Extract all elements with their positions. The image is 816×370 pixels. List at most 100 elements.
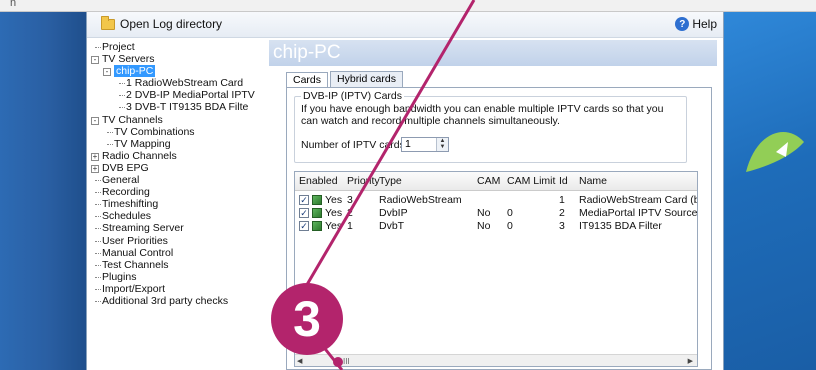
tree-item[interactable]: Project — [87, 41, 262, 53]
tree-item-label: 1 RadioWebStream Card — [126, 77, 244, 90]
tree-item-label: Recording — [102, 186, 150, 199]
horizontal-scrollbar[interactable]: ◀ III ▶ — [295, 354, 697, 366]
tree-item[interactable]: Streaming Server — [87, 222, 262, 234]
spinner-arrows-icon[interactable]: ▲ ▼ — [436, 138, 448, 151]
column-header-enabled[interactable]: Enabled — [299, 175, 338, 187]
tree-item[interactable]: Recording — [87, 186, 262, 198]
tab-cards[interactable]: Cards — [286, 72, 329, 88]
folder-icon — [101, 15, 115, 30]
open-log-directory-button[interactable]: Open Log directory — [101, 15, 223, 31]
tree-item-label: Test Channels — [102, 258, 169, 271]
tree-connector — [95, 252, 101, 254]
tree-item[interactable]: Plugins — [87, 271, 262, 283]
table-row[interactable]: ✓ Yes 2 DvbIP No 0 2 MediaPortal IPTV Source I — [295, 207, 697, 220]
column-header-cam-limit[interactable]: CAM Limit — [507, 175, 555, 187]
collapse-icon[interactable]: - — [91, 116, 99, 125]
column-header-cam[interactable]: CAM — [477, 175, 500, 187]
iptv-count-stepper[interactable]: 1 ▲ ▼ — [401, 137, 449, 152]
expand-icon[interactable]: + — [91, 152, 99, 161]
tree-item-label: Streaming Server — [102, 222, 184, 235]
tree-item[interactable]: Manual Control — [87, 247, 262, 259]
enabled-checkbox[interactable]: ✓ — [299, 208, 309, 218]
tree-item-label: Additional 3rd party checks — [102, 294, 229, 307]
tree-item[interactable]: TV Combinations — [87, 126, 262, 138]
tree-item[interactable]: General — [87, 174, 262, 186]
cell-id: 3 — [559, 220, 565, 232]
collapse-icon[interactable]: - — [103, 68, 111, 77]
group-title: DVB-IP (IPTV) Cards — [301, 90, 404, 102]
desktop-right-background — [724, 12, 816, 370]
tree-connector — [95, 228, 101, 230]
cell-name: RadioWebStream Card (bu — [579, 194, 697, 206]
scroll-right-arrow-icon[interactable]: ▶ — [688, 357, 693, 365]
tree-item[interactable]: - chip-PC — [87, 65, 262, 78]
tree-connector — [107, 143, 113, 145]
cell-enabled: Yes — [325, 220, 343, 232]
scroll-left-arrow-icon[interactable]: ◀ — [297, 357, 302, 365]
table-header: Enabled Priority Type CAM CAM Limit Id N… — [295, 172, 697, 191]
tree-connector — [95, 276, 101, 278]
tree-connector — [107, 131, 113, 133]
tree-item[interactable]: - TV Channels — [87, 114, 262, 126]
top-strip: n — [0, 0, 816, 12]
tree-item[interactable]: Timeshifting — [87, 198, 262, 210]
cell-id: 1 — [559, 194, 565, 206]
cell-id: 2 — [559, 207, 565, 219]
cell-type: RadioWebStream — [379, 194, 462, 206]
top-fragment-text: n — [10, 0, 17, 9]
column-header-id[interactable]: Id — [559, 175, 568, 187]
cell-cam: No — [477, 207, 491, 219]
collapse-icon[interactable]: - — [91, 56, 99, 65]
tree-item[interactable]: 1 RadioWebStream Card — [87, 77, 262, 89]
open-log-directory-label: Open Log directory — [120, 17, 223, 31]
step-number-badge: 3 — [271, 283, 343, 355]
tree-item[interactable]: User Priorities — [87, 235, 262, 247]
enabled-checkbox[interactable]: ✓ — [299, 221, 309, 231]
tree-item[interactable]: 2 DVB-IP MediaPortal IPTV — [87, 89, 262, 101]
column-header-type[interactable]: Type — [379, 175, 402, 187]
desktop-left-background — [0, 12, 86, 370]
tab-hybrid-cards[interactable]: Hybrid cards — [330, 71, 403, 87]
tree-connector — [95, 300, 101, 302]
tree-connector — [119, 95, 125, 97]
tree-item[interactable]: + DVB EPG — [87, 162, 262, 174]
help-button[interactable]: ? Help — [675, 17, 717, 31]
tree-connector — [95, 216, 101, 218]
page-title: chip-PC — [269, 40, 717, 66]
tree-item-label: Plugins — [102, 270, 137, 283]
tree-item[interactable]: Additional 3rd party checks — [87, 295, 262, 307]
table-row[interactable]: ✓ Yes 1 DvbT No 0 3 IT9135 BDA Filter — [295, 220, 697, 233]
cell-cam-limit: 0 — [507, 220, 513, 232]
column-header-priority[interactable]: Priority — [347, 175, 380, 187]
cell-priority: 2 — [347, 207, 353, 219]
tree-item[interactable]: Test Channels — [87, 259, 262, 271]
tree-item[interactable]: + Radio Channels — [87, 150, 262, 162]
cards-tab-panel: DVB-IP (IPTV) Cards If you have enough b… — [286, 87, 712, 370]
tree-item-label: 2 DVB-IP MediaPortal IPTV — [126, 89, 255, 102]
cell-type: DvbIP — [379, 207, 408, 219]
tree-item-label: TV Channels — [102, 113, 163, 126]
cell-priority: 1 — [347, 220, 353, 232]
tree-item[interactable]: TV Mapping — [87, 138, 262, 150]
group-description: If you have enough bandwidth you can ena… — [301, 103, 664, 127]
tree-item-label: Import/Export — [102, 282, 166, 295]
tree-item[interactable]: Import/Export — [87, 283, 262, 295]
tree-item[interactable]: 3 DVB-T IT9135 BDA Filte — [87, 101, 262, 113]
tree-item[interactable]: - TV Servers — [87, 53, 262, 65]
tree-connector — [119, 107, 125, 109]
cell-name: IT9135 BDA Filter — [579, 220, 662, 232]
tab-strip: Cards Hybrid cards — [286, 71, 405, 88]
cards-table: Enabled Priority Type CAM CAM Limit Id N… — [294, 171, 698, 367]
tree-item[interactable]: Schedules — [87, 210, 262, 222]
iptv-count-label: Number of IPTV cards — [301, 139, 405, 151]
column-header-name[interactable]: Name — [579, 175, 607, 187]
tree-item-label: TV Combinations — [114, 125, 195, 138]
tree-item-label: User Priorities — [102, 234, 168, 247]
tuner-card-icon — [312, 221, 322, 231]
scroll-grip[interactable]: III — [343, 357, 350, 366]
table-row[interactable]: ✓ Yes 3 RadioWebStream 1 RadioWebStream Card … — [295, 194, 697, 207]
expand-icon[interactable]: + — [91, 164, 99, 173]
enabled-checkbox[interactable]: ✓ — [299, 195, 309, 205]
cell-enabled: Yes — [325, 207, 343, 219]
iptv-cards-group: DVB-IP (IPTV) Cards If you have enough b… — [294, 90, 687, 163]
